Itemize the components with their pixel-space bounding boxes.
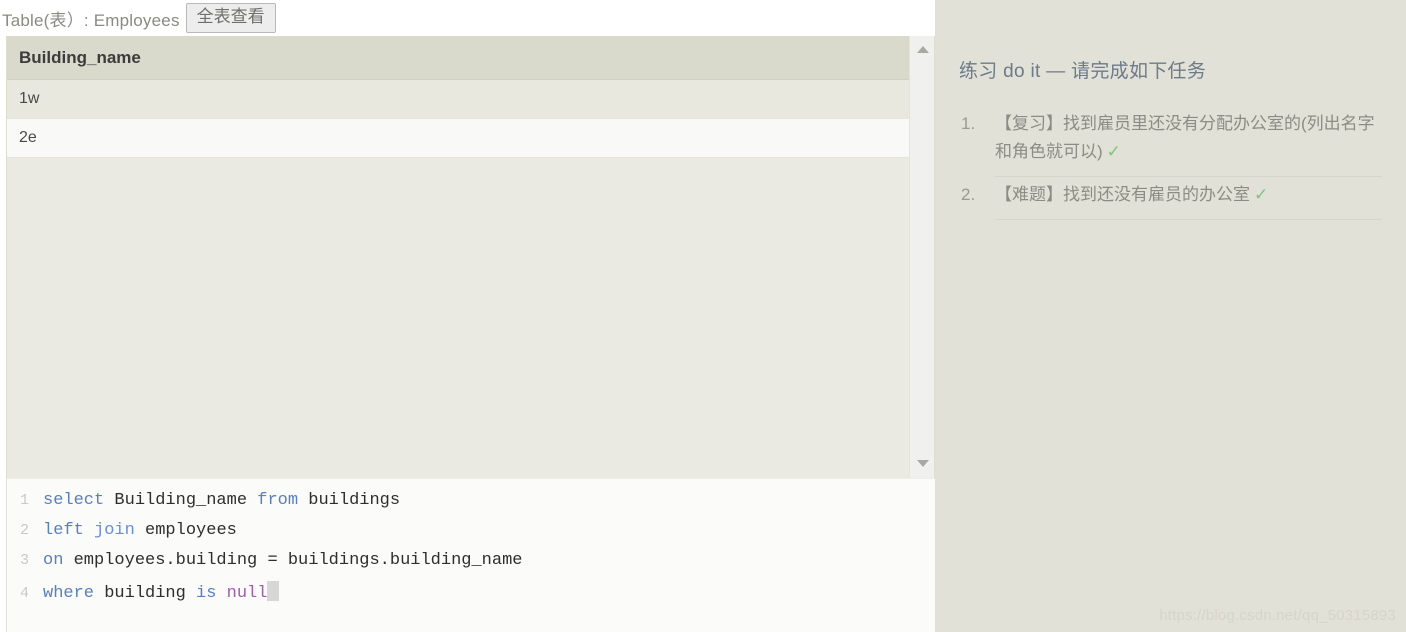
code-token: select [43,491,105,510]
task-text: 【难题】找到还没有雇员的办公室 [995,185,1250,204]
triangle-up-icon [916,45,929,53]
code-line: 3 on employees.building = buildings.build… [7,551,935,581]
results-table-scroll-area[interactable]: Building_name 1w 2e [7,36,909,478]
list-item: 2. 【难题】找到还没有雇员的办公室 ✓ [961,177,1382,220]
task-number: 2. [961,185,976,204]
watermark: https://blog.csdn.net/qq_50315893 [1159,607,1396,624]
table-empty-area [7,158,909,478]
task-text: 【复习】找到雇员里还没有分配办公室的(列出名字和角色就可以) [995,114,1375,161]
table-vertical-scrollbar[interactable] [909,36,934,478]
list-item: 1. 【复习】找到雇员里还没有分配办公室的(列出名字和角色就可以) ✓ [961,105,1382,177]
code-token: join [94,521,135,540]
table-column-header: Building_name [19,47,141,67]
sql-code-editor[interactable]: 1 select Building_name from buildings 2 lef… [6,478,935,632]
page-title: Table(表）: Employees [2,10,180,30]
task-panel: 练习 do it — 请完成如下任务 1. 【复习】找到雇员里还没有分配办公室的(… [935,0,1406,632]
code-line: 4 where building is null [7,581,935,611]
task-number: 1. [961,114,976,133]
scroll-down-button[interactable] [910,452,934,474]
code-content: select Building_name from buildings [43,491,400,510]
code-token: building [175,551,258,570]
table-cell: 2e [19,129,37,146]
code-content: left join employees [43,521,237,540]
table-cell: 1w [19,90,40,107]
app-root: Table(表）: Employees 全表查看 Building_name 1… [0,0,1406,632]
code-token: buildings [298,491,401,510]
code-token: null [226,584,268,603]
code-token: = buildings.building_name [257,551,523,570]
view-all-table-button[interactable]: 全表查看 [185,3,276,33]
code-token: employees [134,521,237,540]
code-token: left [43,521,95,540]
line-number: 4 [19,585,29,602]
code-token: is [196,584,217,603]
task-list: 1. 【复习】找到雇员里还没有分配办公室的(列出名字和角色就可以) ✓ 2. 【难题】找… [959,105,1382,220]
code-content: on employees.building = buildings.buildi… [43,551,523,570]
scroll-up-button[interactable] [910,38,934,60]
table-header-row: Building_name [7,36,909,80]
code-line: 2 left join employees [7,521,935,551]
check-icon: ✓ [1254,185,1269,204]
table-row[interactable]: 1w [7,80,909,119]
text-cursor [267,581,280,601]
code-token: employees. [63,551,176,570]
code-line: 1 select Building_name from buildings [7,491,935,521]
results-table-panel: Building_name 1w 2e [6,36,935,478]
code-token: from [257,491,299,510]
check-icon: ✓ [1106,142,1121,161]
line-number: 1 [19,492,29,509]
table-titlebar: Table(表）: Employees 全表查看 [0,0,935,36]
triangle-down-icon [916,459,929,467]
table-row[interactable]: 2e [7,119,909,158]
code-token: on [43,551,64,570]
code-content: where building is null [43,581,280,603]
line-number: 2 [19,522,29,539]
code-token: where [43,584,95,603]
code-token: building [94,584,197,603]
line-number: 3 [19,552,29,569]
code-token: Building_name [104,491,258,510]
task-panel-heading: 练习 do it — 请完成如下任务 [959,61,1207,82]
